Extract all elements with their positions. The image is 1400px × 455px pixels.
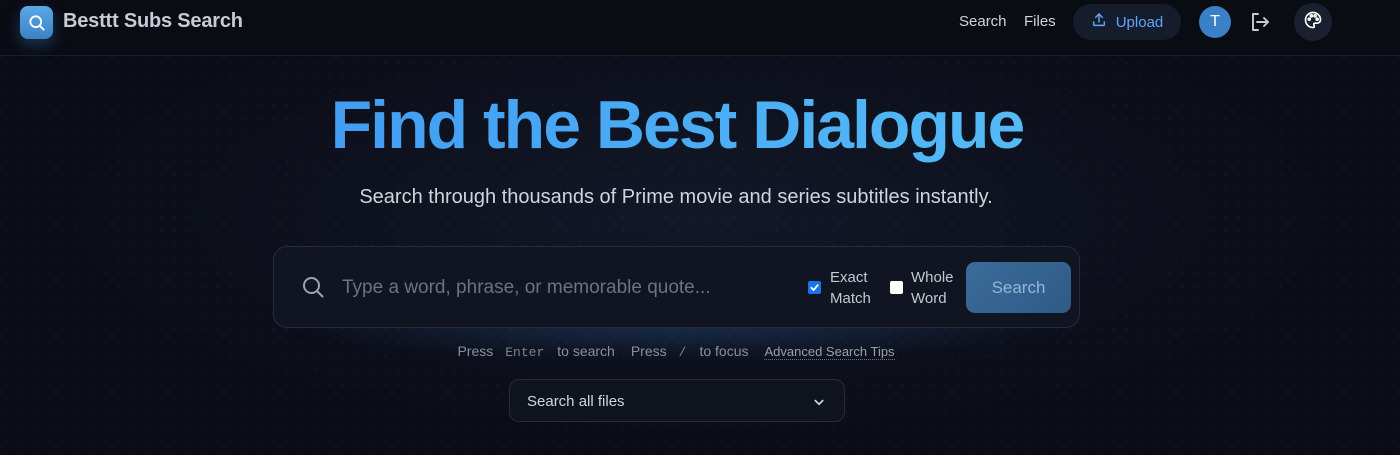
exact-match-label-line1: Exact [830, 269, 868, 286]
keyboard-hints: Press Enter to search Press / to focus A… [0, 343, 1352, 360]
search-card: Exact Match Whole Word Search [273, 246, 1080, 328]
whole-word-label-line1: Whole [911, 269, 954, 286]
hint-to-focus: to focus [699, 343, 749, 359]
chevron-down-icon [810, 393, 828, 411]
advanced-search-tips-link[interactable]: Advanced Search Tips [764, 344, 895, 360]
hint-press-1: Press [457, 343, 494, 359]
search-input[interactable] [342, 269, 792, 307]
hero-title: Find the Best Dialogue [0, 86, 1354, 164]
whole-word-label-line2: Word [911, 290, 947, 307]
logo-search-icon[interactable] [20, 6, 53, 39]
upload-button[interactable]: Upload [1073, 4, 1181, 40]
user-avatar[interactable]: T [1199, 6, 1231, 38]
search-button[interactable]: Search [966, 262, 1071, 313]
search-icon [301, 275, 325, 299]
brand-name[interactable]: Besttt Subs Search [63, 10, 243, 33]
nav-search-link[interactable]: Search [959, 13, 1007, 30]
palette-icon [1303, 10, 1323, 35]
file-filter-selected: Search all files [527, 393, 625, 410]
slash-key-hint: / [678, 345, 687, 360]
hero-subtitle: Search through thousands of Prime movie … [359, 186, 993, 208]
file-filter-select[interactable]: Search all files [509, 379, 845, 422]
whole-word-label[interactable]: Whole Word [911, 267, 954, 309]
hint-press-2: Press [630, 343, 667, 359]
exact-match-checkbox[interactable] [808, 281, 821, 294]
nav-files-link[interactable]: Files [1024, 13, 1056, 30]
upload-icon [1091, 12, 1107, 32]
exact-match-label-line2: Match [830, 290, 871, 307]
top-navigation-bar: Besttt Subs Search Search Files Upload T [0, 0, 1400, 56]
theme-palette-button[interactable] [1294, 3, 1332, 41]
hint-to-search: to search [557, 343, 615, 359]
logout-icon[interactable] [1248, 10, 1272, 34]
exact-match-label[interactable]: Exact Match [830, 267, 871, 309]
upload-label: Upload [1115, 13, 1164, 31]
whole-word-checkbox[interactable] [890, 281, 903, 294]
enter-key-hint: Enter [505, 345, 545, 360]
